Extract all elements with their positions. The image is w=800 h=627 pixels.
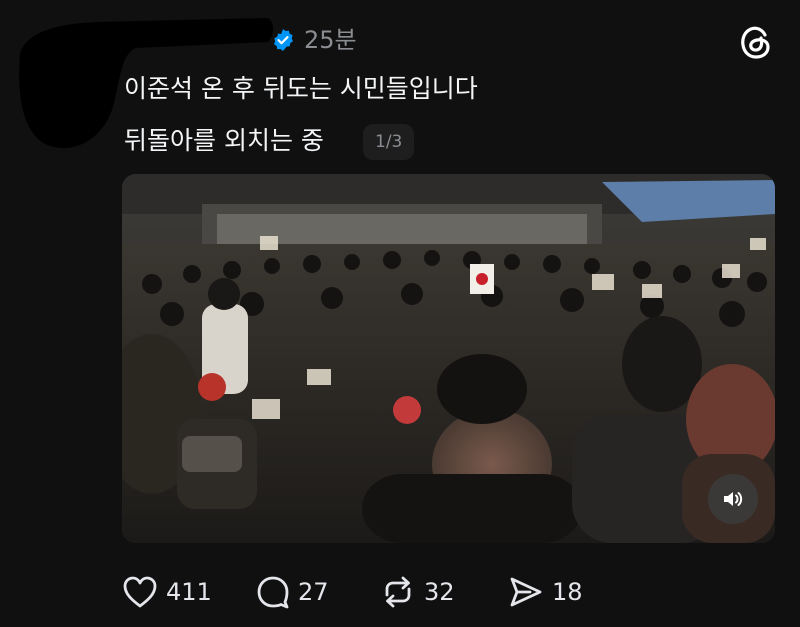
post-text-line-1: 이준석 온 후 뒤도는 시민들입니다 — [124, 74, 478, 103]
like-count: 411 — [166, 578, 212, 606]
media-counter: 1/3 — [363, 124, 415, 160]
crowd-scene — [122, 174, 775, 543]
post-video[interactable] — [122, 174, 775, 543]
reply-button[interactable]: 27 — [256, 570, 329, 614]
send-icon — [510, 577, 542, 607]
repost-button[interactable]: 32 — [380, 570, 455, 614]
repost-count: 32 — [424, 578, 455, 606]
repost-icon — [385, 576, 411, 608]
mute-toggle-button[interactable] — [708, 474, 758, 524]
share-button[interactable]: 18 — [508, 570, 583, 614]
verified-badge-icon — [274, 29, 293, 51]
comment-icon — [257, 576, 289, 609]
like-button[interactable]: 411 — [122, 570, 212, 614]
heart-icon — [123, 576, 157, 608]
post-timestamp: 25분 — [304, 26, 357, 54]
share-count: 18 — [552, 578, 583, 606]
thread-post: 25분 이준석 온 후 뒤도는 시민들입니다 뒤돌아를 외치는 중 1/3 41… — [0, 0, 800, 627]
reply-count: 27 — [298, 578, 329, 606]
post-text-line-2: 뒤돌아를 외치는 중 — [124, 126, 324, 155]
threads-logo-icon[interactable] — [739, 24, 773, 60]
speaker-icon — [724, 492, 743, 506]
